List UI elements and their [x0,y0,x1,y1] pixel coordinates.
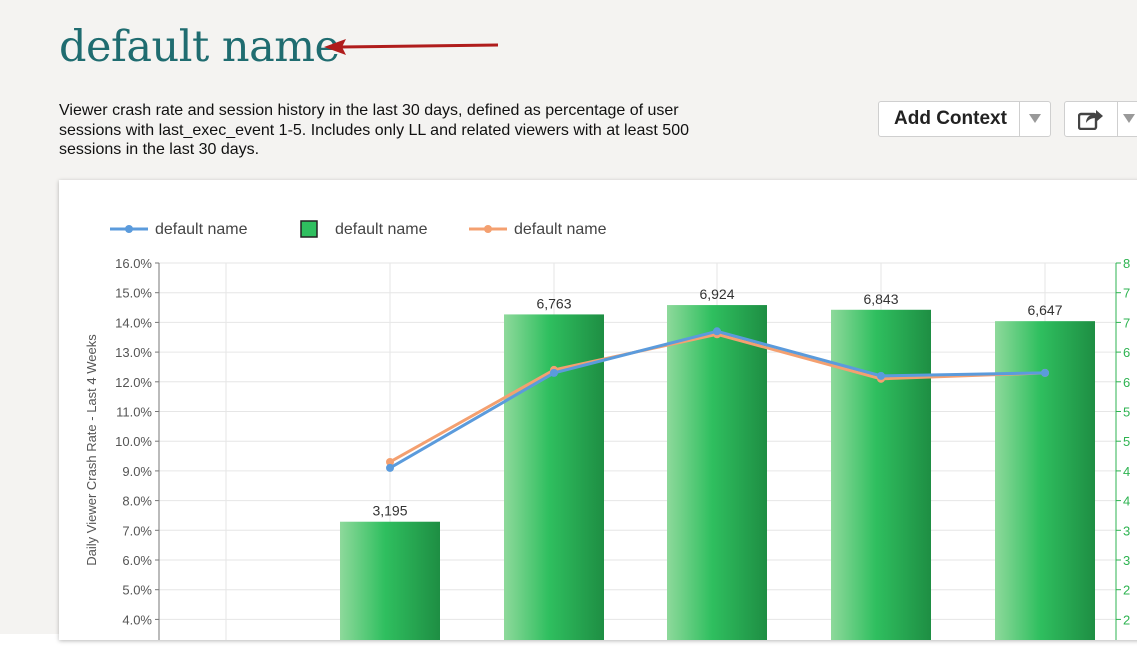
legend-label: default name [514,221,607,238]
caret-down-icon [1028,114,1041,123]
share-icon [1078,110,1103,130]
right-tick-label: 5 [1123,405,1130,420]
bar-data-label: 6,647 [1027,302,1062,318]
right-tick-label: 4 [1123,464,1130,479]
legend-box-swatch [300,220,318,238]
add-context-button-group: Add Context [878,101,1051,137]
right-tick-label: 3 [1123,553,1130,568]
right-tick-label: 7 [1123,315,1130,330]
add-context-dropdown-toggle[interactable] [1020,102,1050,136]
right-tick-label: 2 [1123,612,1130,627]
add-context-button[interactable]: Add Context [879,102,1020,136]
right-tick-label: 6 [1123,345,1130,360]
legend-label: default name [335,221,428,238]
right-tick-label: 3 [1123,523,1130,538]
legend-marker [125,225,133,233]
right-tick-label: 6 [1123,375,1130,390]
bar-data-label: 6,843 [863,291,898,307]
bar [340,521,440,640]
y-tick-label: 8.0% [122,494,152,509]
y-tick-label: 15.0% [115,286,152,301]
bar-data-label: 3,195 [372,503,407,519]
y-tick-label: 10.0% [115,434,152,449]
series-point [1041,368,1049,377]
y-tick-label: 11.0% [116,405,152,420]
share-button[interactable] [1065,102,1118,136]
y-tick-label: 14.0% [115,315,152,330]
right-tick-label: 7 [1123,286,1130,301]
series-point [713,327,721,336]
series-point [386,463,394,472]
series-point [877,371,885,380]
right-tick-label: 8 [1123,256,1130,271]
y-tick-label: 5.0% [122,583,152,598]
bar [667,305,767,640]
combo-chart: 16.0% 15.0% 14.0% 13.0% 12.0% 11.0% 10.0% 9.0% 8… [84,220,1130,640]
y-tick-label: 13.0% [115,345,152,360]
y-tick-label: 4.0% [122,612,152,627]
legend-label: default name [155,221,248,238]
y-tick-label: 12.0% [115,375,152,390]
y-tick-label: 16.0% [115,256,152,271]
page-description: Viewer crash rate and session history in… [59,102,689,158]
legend-marker [484,225,492,233]
y-tick-label: 7.0% [122,523,152,538]
right-tick-label: 2 [1123,583,1130,598]
series-point [550,368,558,377]
chart-card: 16.0% 15.0% 14.0% 13.0% 12.0% 11.0% 10.0% 9.0% 8… [59,180,1137,640]
right-tick-label: 4 [1123,494,1130,509]
share-button-group [1064,101,1137,137]
bar-data-label: 6,924 [699,286,734,302]
red-arrow-icon [324,39,499,55]
y-axis-title: Daily Viewer Crash Rate - Last 4 Weeks [84,334,99,566]
y-tick-label: 6.0% [122,553,152,568]
bar [831,309,931,640]
page-title: default name [59,22,340,72]
bar-data-label: 6,763 [536,295,571,311]
y-tick-label: 9.0% [122,464,152,479]
right-tick-label: 5 [1123,434,1130,449]
caret-down-icon[interactable] [1123,114,1135,124]
